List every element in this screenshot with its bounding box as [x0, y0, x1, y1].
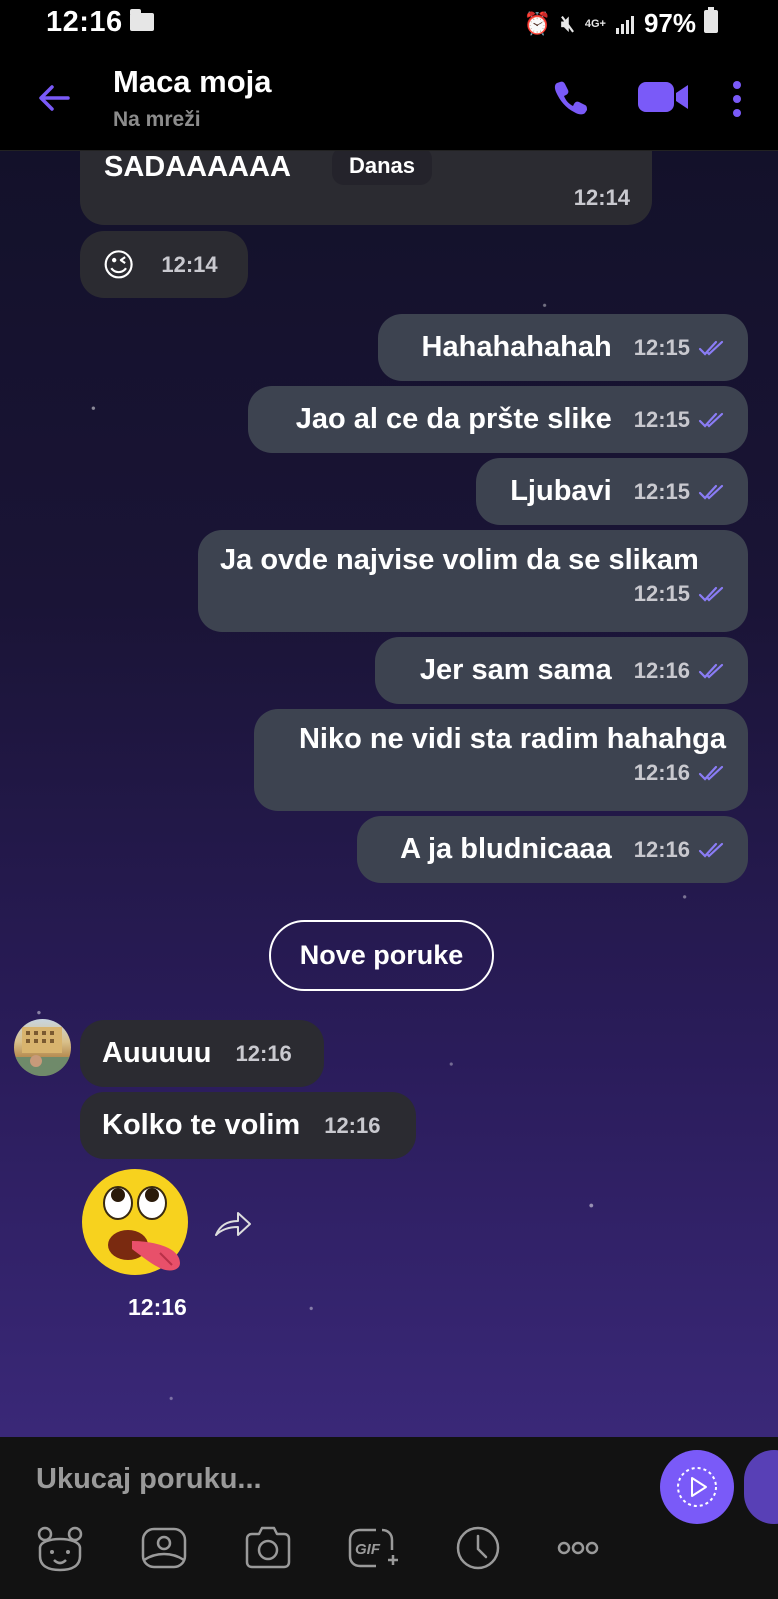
message-text: Niko ne vidi sta radim hahahga: [298, 723, 726, 755]
message-text: Ljubavi: [510, 475, 612, 507]
message-time: 12:14: [573, 185, 630, 210]
message-text: Jao al ce da pršte slike: [295, 403, 612, 435]
message-bubble-out[interactable]: Ja ovde najvise volim da se slikam 12:15: [198, 530, 748, 632]
gallery-icon[interactable]: [138, 1522, 190, 1574]
play-circle-icon: [677, 1467, 717, 1507]
message-bubble-in[interactable]: 😉 12:14: [80, 231, 248, 298]
message-time: 12:15: [633, 406, 690, 432]
message-time: 12:15: [633, 478, 690, 504]
message-bubble-out[interactable]: Jer sam sama 12:16: [375, 637, 748, 704]
message-time: 12:16: [235, 1040, 292, 1066]
message-time: 12:14: [161, 251, 218, 277]
sticker-icon[interactable]: [34, 1522, 86, 1574]
network-type: 4G+: [584, 17, 606, 30]
contact-avatar[interactable]: [14, 1019, 71, 1076]
wink-emoji: 😉: [102, 246, 136, 283]
video-call-icon[interactable]: [638, 80, 690, 114]
chat-header: Maca moja Na mreži: [0, 46, 778, 151]
more-options-icon[interactable]: [730, 79, 744, 119]
message-time: 12:16: [633, 836, 690, 862]
message-time: 12:15: [633, 581, 690, 606]
date-chip: Danas: [332, 151, 432, 185]
message-bubble-out[interactable]: Hahahahahah 12:15: [378, 314, 748, 381]
mute-icon: 🔇︎: [560, 10, 575, 36]
message-text: Kolko te volim: [102, 1109, 301, 1141]
video-message-button[interactable]: [660, 1450, 734, 1524]
new-messages-divider: Nove poruke: [269, 920, 494, 991]
message-bubble-in[interactable]: Auuuuu 12:16: [80, 1020, 324, 1087]
forward-share-icon[interactable]: [212, 1209, 254, 1239]
status-icons: ⏰ 🔇︎ 4G+ 97%: [524, 8, 696, 39]
back-arrow-icon[interactable]: [34, 78, 74, 118]
message-time: 12:16: [633, 657, 690, 683]
message-bubble-out[interactable]: Jao al ce da pršte slike 12:15: [248, 386, 748, 453]
timer-icon[interactable]: [452, 1522, 504, 1574]
message-text: Auuuuu: [102, 1037, 212, 1069]
message-bubble-out[interactable]: Niko ne vidi sta radim hahahga 12:16: [254, 709, 748, 811]
signal-icon: [615, 14, 634, 34]
call-icon[interactable]: [552, 78, 590, 116]
contact-status: Na mreži: [113, 108, 201, 131]
message-text: Hahahahahah: [421, 331, 612, 363]
read-checks-icon: [698, 765, 724, 781]
message-bubble-out[interactable]: Ljubavi 12:15: [476, 458, 748, 525]
message-bubble-out[interactable]: A ja bludnicaaa 12:16: [357, 816, 748, 883]
message-input[interactable]: Ukucaj poruku...: [36, 1437, 596, 1507]
message-time: 12:15: [633, 334, 690, 360]
status-bar: 12:16 ⏰ 🔇︎ 4G+ 97%: [0, 0, 778, 46]
camera-icon[interactable]: [242, 1522, 294, 1574]
battery-icon: [704, 7, 718, 33]
secondary-action-button[interactable]: [744, 1450, 778, 1524]
avatar-photo: [14, 1027, 71, 1076]
message-bubble-in[interactable]: Kolko te volim 12:16: [80, 1092, 416, 1159]
read-checks-icon: [698, 412, 724, 428]
battery-percent: 97%: [643, 8, 696, 38]
message-text: Jer sam sama: [419, 654, 612, 686]
alarm-icon: ⏰: [523, 10, 551, 36]
message-time: 12:16: [128, 1294, 187, 1320]
gif-icon[interactable]: GIF: [346, 1522, 398, 1574]
message-time: 12:16: [633, 760, 690, 785]
more-icon[interactable]: [552, 1522, 604, 1574]
drooling-face-sticker[interactable]: [80, 1167, 190, 1277]
contact-name[interactable]: Maca moja: [113, 64, 272, 100]
read-checks-icon: [698, 340, 724, 356]
message-composer: Ukucaj poruku... GIF: [0, 1437, 778, 1599]
message-text: A ja bludnicaaa: [400, 833, 612, 865]
chat-area[interactable]: SADAAAAAA 12:14 Danas 😉 12:14 Hahahahaha…: [0, 151, 778, 1437]
svg-text:GIF: GIF: [355, 1541, 381, 1558]
folder-icon: [130, 9, 154, 31]
read-checks-icon: [698, 842, 724, 858]
message-text: Ja ovde najvise volim da se slikam: [220, 544, 699, 576]
read-checks-icon: [698, 663, 724, 679]
read-checks-icon: [698, 586, 724, 602]
status-time: 12:16: [46, 6, 123, 38]
read-checks-icon: [698, 484, 724, 500]
message-time: 12:16: [324, 1112, 381, 1138]
